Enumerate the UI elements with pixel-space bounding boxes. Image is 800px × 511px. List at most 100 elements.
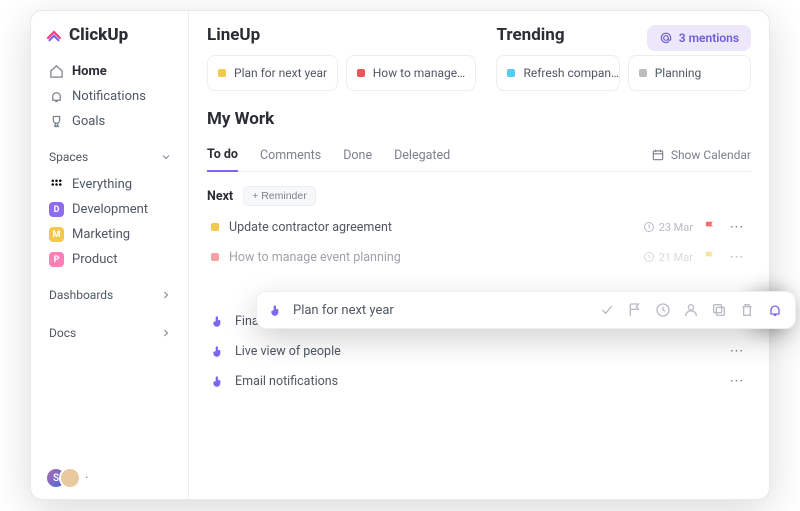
- clock-icon[interactable]: [655, 302, 671, 318]
- more-icon[interactable]: ⋯: [727, 373, 747, 389]
- hand-icon: [211, 344, 225, 358]
- sidebar-item-label: Marketing: [72, 227, 130, 242]
- show-calendar-label: Show Calendar: [671, 148, 751, 162]
- status-dot-icon: [211, 253, 219, 261]
- card-label: Planning: [655, 66, 702, 80]
- sidebar-item-label: Goals: [72, 114, 105, 129]
- brand-name: ClickUp: [69, 25, 128, 45]
- hand-icon: [269, 303, 283, 317]
- calendar-icon: [651, 148, 665, 162]
- hand-icon: [211, 314, 225, 328]
- status-dot-icon: [357, 69, 365, 77]
- home-icon: [49, 64, 64, 79]
- chevron-down-icon: [160, 151, 172, 163]
- lineup-card[interactable]: Plan for next year: [207, 55, 338, 91]
- sidebar-space-product[interactable]: P Product: [45, 247, 176, 272]
- sidebar-item-goals[interactable]: Goals: [45, 109, 176, 134]
- card-label: Plan for next year: [234, 66, 327, 80]
- sidebar-item-label: Home: [72, 64, 107, 79]
- clock-icon: [643, 221, 655, 233]
- main-content: 3 mentions LineUp Plan for next year How…: [189, 11, 769, 499]
- clock-icon: [643, 251, 655, 263]
- tab-comments[interactable]: Comments: [260, 140, 321, 171]
- card-label: Refresh compan…: [523, 66, 619, 80]
- task-popover[interactable]: Plan for next year: [256, 291, 796, 329]
- spaces-label: Spaces: [49, 150, 88, 164]
- mentions-label: 3 mentions: [679, 31, 739, 45]
- dashboards-section-header[interactable]: Dashboards: [45, 284, 176, 306]
- bell-icon[interactable]: [767, 302, 783, 318]
- trending-card[interactable]: Planning: [628, 55, 751, 91]
- docs-section-header[interactable]: Docs: [45, 322, 176, 344]
- more-icon[interactable]: ⋯: [727, 249, 747, 265]
- chevron-right-icon: [160, 327, 172, 339]
- tab-done[interactable]: Done: [343, 140, 372, 171]
- lineup-card[interactable]: How to manage…: [346, 55, 477, 91]
- sidebar-item-home[interactable]: Home: [45, 59, 176, 84]
- brand-logo[interactable]: ClickUp: [45, 25, 176, 45]
- avatar-row[interactable]: S ·: [45, 467, 176, 489]
- mywork-heading: My Work: [207, 109, 751, 129]
- task-row[interactable]: How to manage event planning 21 Mar ⋯: [207, 242, 751, 272]
- status-dot-icon: [211, 223, 219, 231]
- card-label: How to manage…: [373, 66, 465, 80]
- task-title: How to manage event planning: [229, 250, 401, 265]
- task-row[interactable]: Update contractor agreement 23 Mar ⋯: [207, 212, 751, 242]
- next-section-label: Next: [207, 189, 233, 204]
- tab-todo[interactable]: To do: [207, 139, 238, 172]
- trash-icon[interactable]: [739, 302, 755, 318]
- tab-delegated[interactable]: Delegated: [394, 140, 450, 171]
- status-dot-icon: [218, 69, 226, 77]
- flag-icon[interactable]: [703, 250, 717, 264]
- mentions-button[interactable]: 3 mentions: [647, 25, 751, 51]
- sidebar-item-everything[interactable]: Everything: [45, 172, 176, 197]
- task-title: Live view of people: [235, 344, 341, 359]
- flag-icon[interactable]: [627, 302, 643, 318]
- sidebar-item-notifications[interactable]: Notifications: [45, 84, 176, 109]
- sidebar-item-label: Notifications: [72, 89, 146, 104]
- dashboards-label: Dashboards: [49, 288, 113, 302]
- task-row[interactable]: Live view of people ⋯: [207, 336, 751, 366]
- sidebar-item-label: Everything: [72, 177, 132, 192]
- user-icon[interactable]: [683, 302, 699, 318]
- task-title: Update contractor agreement: [229, 220, 392, 235]
- flag-icon[interactable]: [703, 220, 717, 234]
- add-reminder-button[interactable]: + Reminder: [243, 186, 316, 206]
- task-date: 23 Mar: [643, 221, 693, 234]
- space-swatch-icon: D: [49, 202, 64, 217]
- hand-icon: [211, 374, 225, 388]
- more-icon[interactable]: ⋯: [727, 343, 747, 359]
- sidebar-space-marketing[interactable]: M Marketing: [45, 222, 176, 247]
- sidebar-item-label: Development: [72, 202, 148, 217]
- popover-title: Plan for next year: [293, 303, 394, 318]
- lineup-section: LineUp Plan for next year How to manage…: [207, 25, 476, 91]
- task-title: Email notifications: [235, 374, 338, 389]
- spaces-section-header[interactable]: Spaces: [45, 146, 176, 168]
- status-dot-icon: [639, 69, 647, 77]
- task-date: 21 Mar: [643, 251, 693, 264]
- popover-actions: [599, 302, 783, 318]
- trending-card[interactable]: Refresh compan…: [496, 55, 619, 91]
- sidebar: ClickUp Home Notifications Goals Spaces: [31, 11, 189, 499]
- at-icon: [659, 31, 673, 45]
- clickup-logo-icon: [45, 26, 63, 44]
- docs-label: Docs: [49, 326, 76, 340]
- more-icon[interactable]: ⋯: [727, 219, 747, 235]
- status-dot-icon: [507, 69, 515, 77]
- sidebar-item-label: Product: [72, 252, 117, 267]
- bell-icon: [49, 89, 64, 104]
- lineup-heading: LineUp: [207, 25, 476, 45]
- trophy-icon: [49, 114, 64, 129]
- copy-icon[interactable]: [711, 302, 727, 318]
- check-icon[interactable]: [599, 302, 615, 318]
- space-swatch-icon: M: [49, 227, 64, 242]
- chevron-right-icon: [160, 289, 172, 301]
- show-calendar-button[interactable]: Show Calendar: [651, 148, 751, 162]
- avatar: [59, 467, 81, 489]
- task-row[interactable]: Email notifications ⋯: [207, 366, 751, 396]
- space-swatch-icon: P: [49, 252, 64, 267]
- sidebar-space-development[interactable]: D Development: [45, 197, 176, 222]
- grid-icon: [49, 177, 64, 192]
- mywork-tabs: To do Comments Done Delegated Show Calen…: [207, 139, 751, 172]
- avatar-more-icon: ·: [85, 470, 89, 486]
